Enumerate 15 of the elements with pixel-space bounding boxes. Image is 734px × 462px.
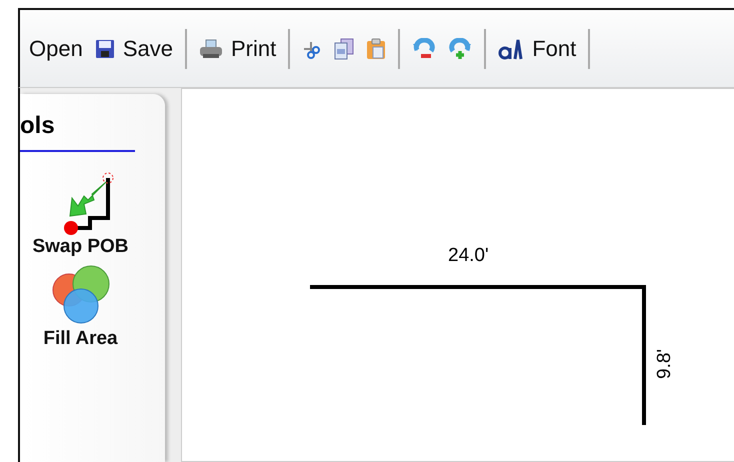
toolbar-button[interactable]: Print (194, 34, 280, 64)
redo-icon (448, 38, 472, 60)
undo-icon (412, 38, 436, 60)
copy-icon (334, 38, 354, 60)
dimension-label: 24.0' (448, 245, 489, 267)
tool-button[interactable]: Fill Area (20, 262, 140, 350)
toolbar-button[interactable]: Open (25, 34, 87, 64)
toolbar-button[interactable]: Font (494, 34, 580, 64)
panel-title: ols (20, 112, 55, 140)
toolbar-button[interactable]: Save (90, 34, 177, 64)
font-icon (498, 38, 524, 60)
dimension-label: 9.8' (654, 348, 676, 379)
printer-icon (198, 38, 223, 58)
clipboard-icon (366, 38, 386, 60)
tool-button[interactable]: Swap POB (20, 170, 140, 258)
